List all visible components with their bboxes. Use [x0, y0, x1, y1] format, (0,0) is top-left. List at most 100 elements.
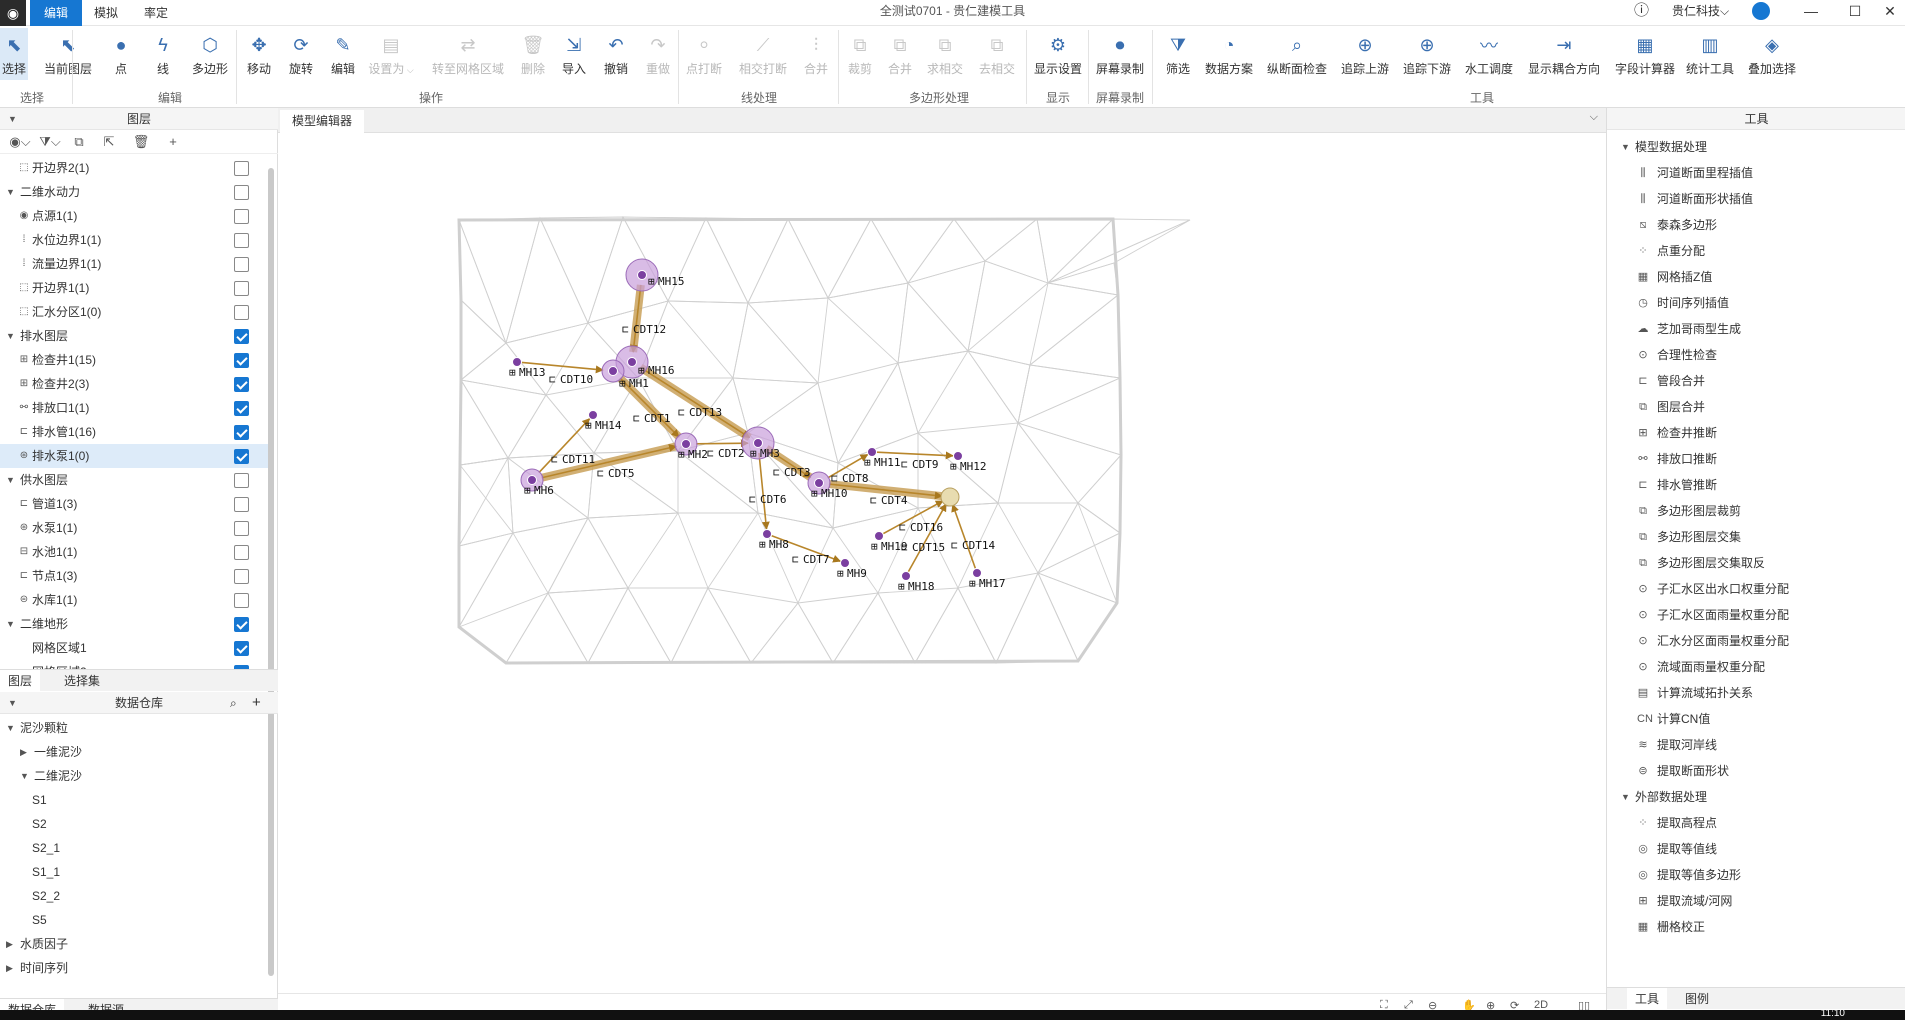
layer-row[interactable]: ⁞ 水位边界1(1)	[0, 228, 268, 252]
menu-tab-simulate[interactable]: 模拟	[80, 0, 132, 26]
tool-item[interactable]: ⁘ 点重分配	[1607, 238, 1905, 264]
expand-arrow-icon[interactable]: ▼	[6, 612, 15, 636]
warehouse-row[interactable]: S2_1	[0, 836, 268, 860]
tool-item[interactable]: ⊏ 排水管推断	[1607, 472, 1905, 498]
trace-down-button[interactable]: ⊕ 追踪下游	[1400, 28, 1454, 80]
expand-arrow-icon[interactable]: ▼	[1621, 784, 1630, 810]
redo-button[interactable]: ↷ 重做	[642, 28, 674, 80]
line-button[interactable]: ϟ线	[152, 28, 174, 80]
layer-visibility-checkbox[interactable]	[234, 497, 249, 512]
layer-visibility-checkbox[interactable]	[234, 473, 249, 488]
warehouse-row[interactable]: ▶ 时间序列	[0, 956, 268, 980]
tool-item[interactable]: ⫼ 河道断面里程插值	[1607, 160, 1905, 186]
delete-button[interactable]: 🗑 删除	[518, 28, 548, 80]
layer-row[interactable]: ⁞ 流量边界1(1)	[0, 252, 268, 276]
warehouse-row[interactable]: S1	[0, 788, 268, 812]
tab-selection-set[interactable]: 选择集	[56, 670, 108, 692]
layer-row[interactable]: ⬚ 开边界1(1)	[0, 276, 268, 300]
layer-row[interactable]: ◉ 点源1(1)	[0, 204, 268, 228]
tool-item[interactable]: ⁘ 提取高程点	[1607, 810, 1905, 836]
tool-item[interactable]: ⫼ 河道断面形状插值	[1607, 186, 1905, 212]
layer-row[interactable]: ⊟ 水池1(1)	[0, 540, 268, 564]
tab-legend[interactable]: 图例	[1677, 988, 1717, 1010]
layer-visibility-checkbox[interactable]	[234, 377, 249, 392]
tool-category[interactable]: ▼ 模型数据处理	[1607, 134, 1905, 160]
avatar[interactable]	[1752, 2, 1770, 20]
tool-item[interactable]: ⧉ 图层合并	[1607, 394, 1905, 420]
merge-poly-button[interactable]: ⧉ 合并	[884, 28, 916, 80]
rotate-button[interactable]: ⟳ 旋转	[284, 28, 318, 80]
layer-row[interactable]: ⚯ 排放口1(1)	[0, 396, 268, 420]
warehouse-row[interactable]: S1_1	[0, 860, 268, 884]
tool-item[interactable]: ⧉ 多边形图层裁剪	[1607, 498, 1905, 524]
tool-item[interactable]: ▦ 栅格校正	[1607, 914, 1905, 940]
layer-visibility-checkbox[interactable]	[234, 185, 249, 200]
manhole-node[interactable]	[608, 366, 618, 376]
tool-item[interactable]: CN 计算CN值	[1607, 706, 1905, 732]
expand-arrow-icon[interactable]: ▶	[6, 932, 13, 956]
tab-model-editor[interactable]: 模型编辑器	[280, 110, 365, 133]
tool-item[interactable]: ▤ 计算流域拓扑关系	[1607, 680, 1905, 706]
overlay-select-button[interactable]: ◈ 叠加选择	[1744, 28, 1800, 80]
layer-visibility-checkbox[interactable]	[234, 161, 249, 176]
profile-check-button[interactable]: ⌕ 纵断面检查	[1264, 28, 1330, 80]
layer-visibility-checkbox[interactable]	[234, 257, 249, 272]
tool-item[interactable]: ≋ 提取河岸线	[1607, 732, 1905, 758]
layer-visibility-checkbox[interactable]	[234, 425, 249, 440]
tool-item[interactable]: ⊙ 合理性检查	[1607, 342, 1905, 368]
layer-row[interactable]: ▼ 供水图层	[0, 468, 268, 492]
tool-item[interactable]: ⊏ 管段合并	[1607, 368, 1905, 394]
outfall-node[interactable]	[940, 487, 960, 507]
minimize-button[interactable]: —	[1791, 0, 1831, 22]
warehouse-row[interactable]: ▶ 水质因子	[0, 932, 268, 956]
tool-item[interactable]: ◎ 提取等值多边形	[1607, 862, 1905, 888]
warehouse-row[interactable]: ▼ 泥沙颗粒	[0, 716, 268, 740]
layer-row[interactable]: ⊏ 节点1(3)	[0, 564, 268, 588]
menu-tab-edit[interactable]: 编辑	[30, 0, 82, 26]
layer-visibility-checkbox[interactable]	[234, 305, 249, 320]
hydro-dispatch-button[interactable]: 〰水工调度	[1462, 28, 1516, 80]
layer-row[interactable]: ⊏ 排水管1(16)	[0, 420, 268, 444]
show-coupling-button[interactable]: ⇥ 显示耦合方向	[1524, 28, 1604, 80]
tool-item[interactable]: ▦ 网格插Z值	[1607, 264, 1905, 290]
manhole-node[interactable]	[627, 357, 637, 367]
layer-visibility-checkbox[interactable]	[234, 353, 249, 368]
layer-visibility-checkbox[interactable]	[234, 401, 249, 416]
layer-visibility-checkbox[interactable]	[234, 281, 249, 296]
expand-arrow-icon[interactable]: ▼	[1621, 134, 1630, 160]
import-button[interactable]: ⇲ 导入	[558, 28, 590, 80]
expand-arrow-icon[interactable]: ▼	[6, 180, 15, 204]
polygon-button[interactable]: ⬡ 多边形	[190, 28, 230, 80]
tool-item[interactable]: ⧉ 多边形图层交集	[1607, 524, 1905, 550]
warehouse-row[interactable]: S5	[0, 908, 268, 932]
edit-button[interactable]: ✎ 编辑	[326, 28, 360, 80]
layer-visibility-checkbox[interactable]	[234, 641, 249, 656]
pipe-segment[interactable]	[907, 503, 947, 573]
point-button[interactable]: ● 点	[110, 28, 132, 80]
warehouse-row[interactable]: S2_2	[0, 884, 268, 908]
search-icon[interactable]: ⌕	[230, 692, 237, 714]
map-svg[interactable]: ⊏ CDT12⊏ CDT10⊏ CDT13⊏ CDT1⊏ CDT11⊏ CDT5⊏ CDT2⊏…	[278, 133, 1606, 993]
tool-category[interactable]: ▼ 外部数据处理	[1607, 784, 1905, 810]
manhole-node[interactable]	[637, 270, 647, 280]
clip-button[interactable]: ⧉ 裁剪	[844, 28, 876, 80]
close-button[interactable]: ✕	[1870, 0, 1905, 22]
layer-row[interactable]: ⊛ 水泵1(1)	[0, 516, 268, 540]
layer-visibility-checkbox[interactable]	[234, 593, 249, 608]
tool-item[interactable]: ⊙ 子汇水区面雨量权重分配	[1607, 602, 1905, 628]
pipe-segment[interactable]	[695, 439, 749, 448]
tool-item[interactable]: ⊙ 子汇水区出水口权重分配	[1607, 576, 1905, 602]
warehouse-row[interactable]: ▼ 二维泥沙	[0, 764, 268, 788]
warehouse-row[interactable]: ▶ 一维泥沙	[0, 740, 268, 764]
tab-layers[interactable]: 图层	[0, 670, 41, 692]
expand-arrow-icon[interactable]: ▼	[6, 716, 15, 740]
tool-item[interactable]: ◷ 时间序列插值	[1607, 290, 1905, 316]
pipe-segment[interactable]	[951, 503, 977, 569]
layer-visibility-checkbox[interactable]	[234, 521, 249, 536]
map-canvas[interactable]: ⊏ CDT12 ⊏ CDT10 ⊏ CDT13 ⊏ CDT1 ⊏ CDT11 ⊏ CDT5 ⊏ CDT2 ⊏…	[278, 133, 1606, 993]
layer-row[interactable]: ⊞ 检查井1(15)	[0, 348, 268, 372]
layer-row[interactable]: ⊜ 水库1(1)	[0, 588, 268, 612]
app-logo-icon[interactable]: ◉	[0, 0, 26, 26]
tool-item[interactable]: ☁ 芝加哥雨型生成	[1607, 316, 1905, 342]
filter-button[interactable]: ⧩ 筛选	[1162, 28, 1194, 80]
